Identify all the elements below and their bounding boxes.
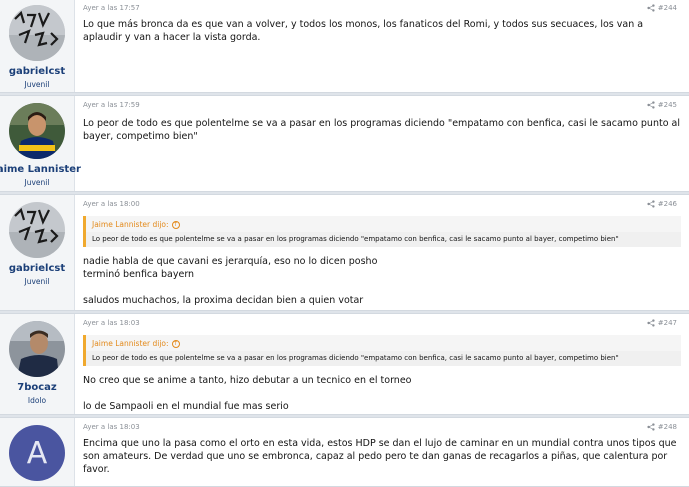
post-content: Ayer a las 17:59 #245 Lo peor de todo es… xyxy=(75,96,689,191)
post-number[interactable]: #247 xyxy=(658,319,677,327)
arrow-up-circle-icon[interactable]: ↑ xyxy=(171,339,180,348)
post-body: Encima que uno la pasa como el orto en e… xyxy=(83,438,677,475)
post-time[interactable]: Ayer a las 18:03 xyxy=(83,319,140,327)
quote-author[interactable]: Jaime Lannister dijo: xyxy=(92,220,169,229)
share-icon[interactable] xyxy=(647,101,655,109)
post-248: A Ayer a las 18:03 #248 Encima que uno l… xyxy=(0,417,689,487)
post-time[interactable]: Ayer a las 18:00 xyxy=(83,200,140,208)
post-body: nadie habla de que cavani es jerarquía, … xyxy=(83,256,378,306)
share-icon[interactable] xyxy=(647,4,655,12)
graffiti-avatar xyxy=(9,5,65,61)
quote-text: Lo peor de todo es que polentelme se va … xyxy=(86,232,681,247)
post-245: Jaime Lannister Juvenil Ayer a las 17:59… xyxy=(0,95,689,192)
user-role: Juvenil xyxy=(24,80,50,89)
user-panel: A xyxy=(0,418,75,486)
post-body: Lo peor de todo es que polentelme se va … xyxy=(83,118,680,142)
post-content: Ayer a las 17:57 #244 Lo que más bronca … xyxy=(75,0,689,92)
post-body: Lo que más bronca da es que van a volver… xyxy=(83,19,644,43)
post-number[interactable]: #245 xyxy=(658,101,677,109)
share-icon[interactable] xyxy=(647,200,655,208)
quote-author[interactable]: Jaime Lannister dijo: xyxy=(92,339,169,348)
user-panel: gabrielcst Juvenil xyxy=(0,0,75,92)
quote-block: Jaime Lannister dijo: ↑ Lo peor de todo … xyxy=(83,335,681,366)
post-number[interactable]: #246 xyxy=(658,200,677,208)
letter-avatar: A xyxy=(26,435,48,471)
username[interactable]: gabrielcst xyxy=(9,263,65,274)
graffiti-avatar xyxy=(9,202,65,258)
avatar[interactable] xyxy=(9,202,65,258)
post-time[interactable]: Ayer a las 17:59 xyxy=(83,101,140,109)
post-time[interactable]: Ayer a las 17:57 xyxy=(83,4,140,12)
avatar[interactable] xyxy=(9,103,65,159)
user-role: Idolo xyxy=(27,396,47,405)
avatar[interactable]: A xyxy=(9,425,65,481)
post-246: gabrielcst Juvenil Ayer a las 18:00 #246… xyxy=(0,194,689,311)
post-247: 7bocaz Idolo Ayer a las 18:03 #247 Jaime… xyxy=(0,313,689,415)
post-content: Ayer a las 18:00 #246 Jaime Lannister di… xyxy=(75,195,689,310)
avatar[interactable] xyxy=(9,321,65,377)
coach-avatar xyxy=(9,321,65,377)
user-panel: Jaime Lannister Juvenil xyxy=(0,96,81,191)
share-icon[interactable] xyxy=(647,423,655,431)
post-content: Ayer a las 18:03 #248 Encima que uno la … xyxy=(75,418,689,486)
arrow-up-circle-icon[interactable]: ↑ xyxy=(171,220,180,229)
quote-block: Jaime Lannister dijo: ↑ Lo peor de todo … xyxy=(83,216,681,247)
avatar[interactable] xyxy=(9,5,65,61)
user-role: Juvenil xyxy=(24,178,50,187)
post-number[interactable]: #248 xyxy=(658,423,677,431)
user-panel: gabrielcst Juvenil xyxy=(0,195,75,310)
quote-text: Lo peor de todo es que polentelme se va … xyxy=(86,351,681,366)
post-244: gabrielcst Juvenil Ayer a las 17:57 #244… xyxy=(0,0,689,93)
post-time[interactable]: Ayer a las 18:03 xyxy=(83,423,140,431)
post-body: No creo que se anime a tanto, hizo debut… xyxy=(83,375,412,412)
user-panel: 7bocaz Idolo xyxy=(0,314,75,414)
username[interactable]: Jaime Lannister xyxy=(0,164,81,175)
post-content: Ayer a las 18:03 #247 Jaime Lannister di… xyxy=(75,314,689,414)
player-avatar xyxy=(9,103,65,159)
user-role: Juvenil xyxy=(24,277,50,286)
username[interactable]: 7bocaz xyxy=(17,382,56,393)
post-number[interactable]: #244 xyxy=(658,4,677,12)
username[interactable]: gabrielcst xyxy=(9,66,65,77)
share-icon[interactable] xyxy=(647,319,655,327)
